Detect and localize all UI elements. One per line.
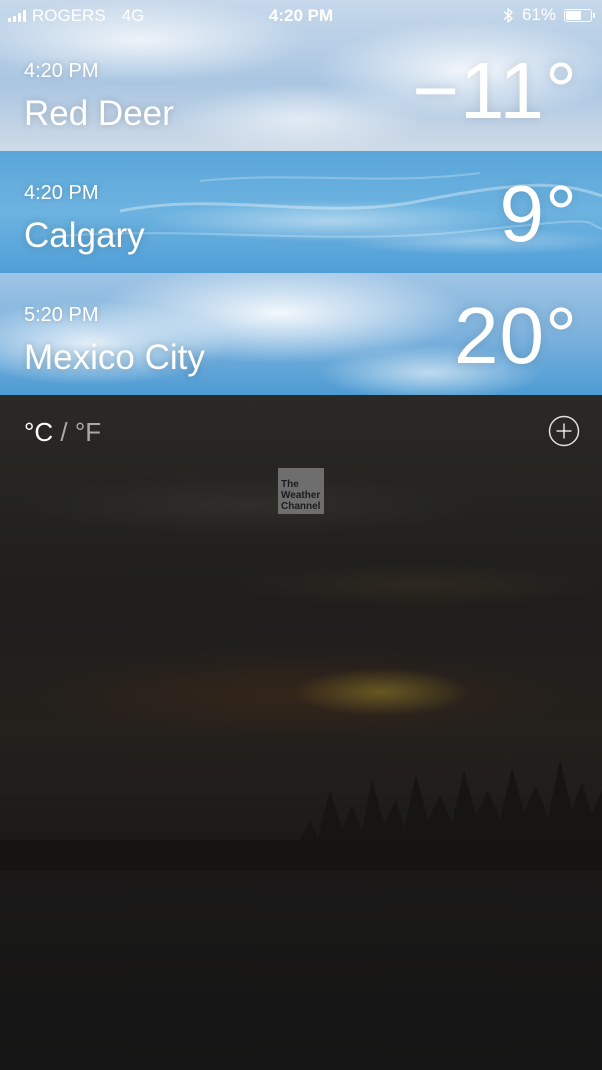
city-local-time: 4:20 PM [24,182,99,204]
logo-line: Channel [281,501,321,512]
battery-percentage: 61% [521,5,556,24]
logo-line: Weather [281,490,321,501]
city-temperature: −11° [412,46,578,135]
plus-circle-icon[interactable] [548,415,580,447]
city-name: Calgary [24,216,145,255]
weather-channel-logo[interactable]: The Weather Channel [278,468,324,514]
battery-level-fill [566,10,581,20]
status-bar: ROGERS 4G 4:20 PM 61% [0,0,602,30]
city-row-mexico-city[interactable]: 5:20 PM Mexico City 20° [0,273,602,395]
city-row-calgary[interactable]: 4:20 PM Calgary 9° [0,151,602,273]
fahrenheit-option[interactable]: °F [75,417,101,447]
city-name: Mexico City [24,338,205,377]
bluetooth-icon [503,7,513,23]
logo-line: The [281,479,299,490]
unit-separator: / [60,417,68,447]
list-footer: °C / °F The Weather Channel [0,395,602,1070]
city-temperature: 20° [454,291,578,380]
celsius-option[interactable]: °C [24,417,53,447]
city-name: Red Deer [24,94,174,133]
treeline-silhouette [0,760,602,870]
temperature-unit-toggle[interactable]: °C / °F [24,417,101,448]
city-temperature: 9° [499,169,578,258]
battery-icon [564,8,595,22]
city-local-time: 4:20 PM [24,60,99,82]
city-local-time: 5:20 PM [24,304,99,326]
weather-app-screen: ROGERS 4G 4:20 PM 61% 4:20 PM Red Deer −… [0,0,602,1070]
status-bar-right: 61% [503,5,595,25]
